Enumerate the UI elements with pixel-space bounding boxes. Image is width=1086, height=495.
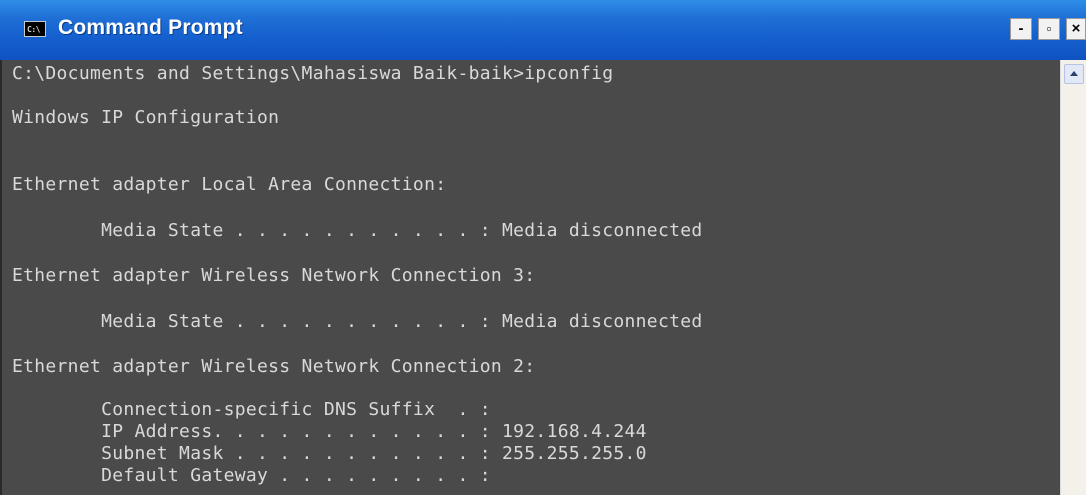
vertical-scrollbar[interactable] bbox=[1060, 60, 1086, 495]
minimize-button[interactable]: - bbox=[1010, 18, 1032, 40]
console-line-adapter-wifi2: Ethernet adapter Wireless Network Connec… bbox=[12, 356, 536, 377]
console-line-adapter-lan: Ethernet adapter Local Area Connection: bbox=[12, 174, 447, 195]
window-title: Command Prompt bbox=[58, 16, 243, 39]
command-prompt-window: C:\ Command Prompt - ▫ × C:\Documents an… bbox=[0, 0, 1086, 495]
console-line-ip-address: IP Address. . . . . . . . . . . . : 192.… bbox=[12, 421, 647, 442]
close-button[interactable]: × bbox=[1066, 18, 1086, 40]
console-line-prompt: C:\Documents and Settings\Mahasiswa Baik… bbox=[12, 63, 614, 84]
console-line-media-state-2: Media State . . . . . . . . . . . : Medi… bbox=[12, 311, 703, 332]
console-line-adapter-wifi3: Ethernet adapter Wireless Network Connec… bbox=[12, 265, 536, 286]
title-bar[interactable]: C:\ Command Prompt - ▫ × bbox=[0, 0, 1086, 60]
console-line-default-gateway: Default Gateway . . . . . . . . . : bbox=[12, 465, 491, 486]
scroll-up-arrow-icon bbox=[1070, 71, 1078, 76]
console-line-header: Windows IP Configuration bbox=[12, 107, 280, 128]
console-output[interactable]: C:\Documents and Settings\Mahasiswa Baik… bbox=[0, 60, 1060, 495]
console-line-media-state-1: Media State . . . . . . . . . . . : Medi… bbox=[12, 220, 703, 241]
console-line-subnet-mask: Subnet Mask . . . . . . . . . . . : 255.… bbox=[12, 443, 647, 464]
command-prompt-icon: C:\ bbox=[24, 21, 46, 37]
restore-button[interactable]: ▫ bbox=[1038, 18, 1060, 40]
scroll-up-button[interactable] bbox=[1064, 64, 1084, 84]
console-line-dns-suffix: Connection-specific DNS Suffix . : bbox=[12, 399, 491, 420]
